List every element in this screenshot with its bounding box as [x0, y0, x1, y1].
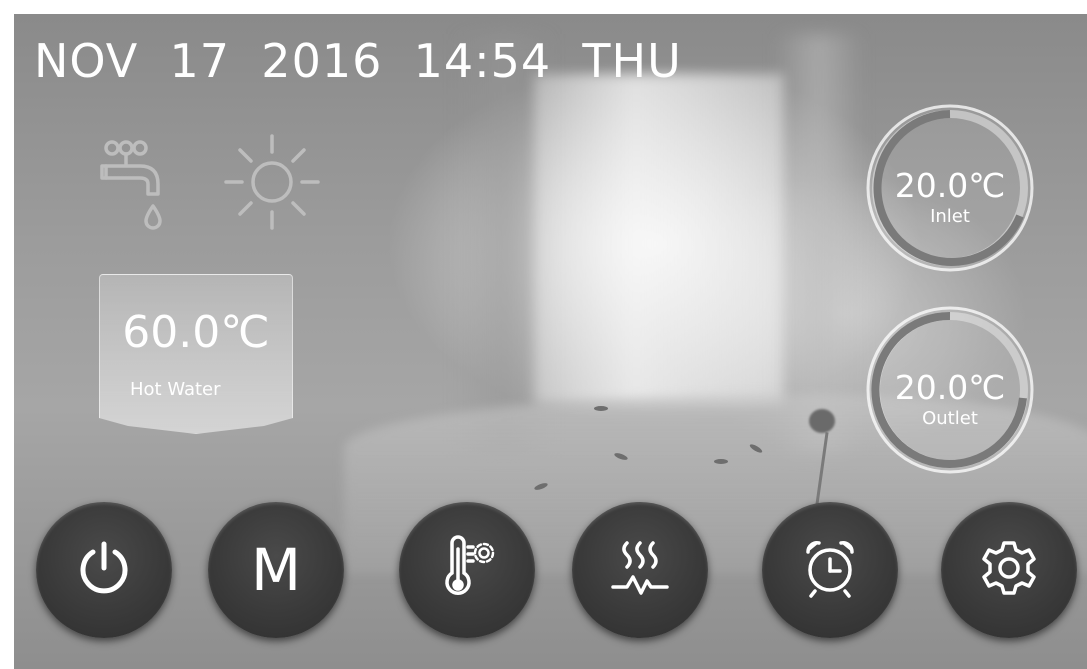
background-curtain	[774, 34, 864, 454]
main-screen: NOV 17 2016 14:54 THU 60.0℃ Hot Water 20…	[14, 14, 1087, 669]
background-flower	[809, 409, 835, 433]
timer-button[interactable]	[762, 502, 898, 638]
temperature-settings-button[interactable]	[399, 502, 535, 638]
datetime-display: NOV 17 2016 14:54 THU	[34, 34, 682, 88]
power-icon	[74, 538, 134, 602]
hot-water-label: Hot Water	[130, 379, 221, 400]
power-button[interactable]	[36, 502, 172, 638]
alarm-clock-icon	[797, 535, 863, 605]
hot-water-temperature: 60.0℃	[122, 307, 270, 358]
outlet-label: Outlet	[922, 408, 978, 429]
outlet-temperature: 20.0℃	[894, 368, 1006, 407]
heating-button[interactable]	[572, 502, 708, 638]
background-window	[534, 74, 784, 404]
sun-icon	[222, 132, 326, 240]
background-petal	[594, 406, 608, 411]
mode-label: M	[250, 536, 302, 604]
inlet-gauge: 20.0℃ Inlet	[860, 98, 1040, 278]
thermometer-gear-icon	[434, 535, 500, 605]
heating-icon	[605, 535, 675, 605]
inlet-temperature: 20.0℃	[894, 166, 1006, 205]
tap-icon	[92, 132, 182, 246]
gear-icon	[978, 537, 1040, 603]
outlet-gauge: 20.0℃ Outlet	[860, 300, 1040, 480]
settings-button[interactable]	[941, 502, 1077, 638]
inlet-label: Inlet	[930, 206, 970, 227]
hot-water-card[interactable]: 60.0℃ Hot Water	[99, 274, 293, 434]
background-petal	[714, 459, 728, 464]
mode-button[interactable]: M	[208, 502, 344, 638]
